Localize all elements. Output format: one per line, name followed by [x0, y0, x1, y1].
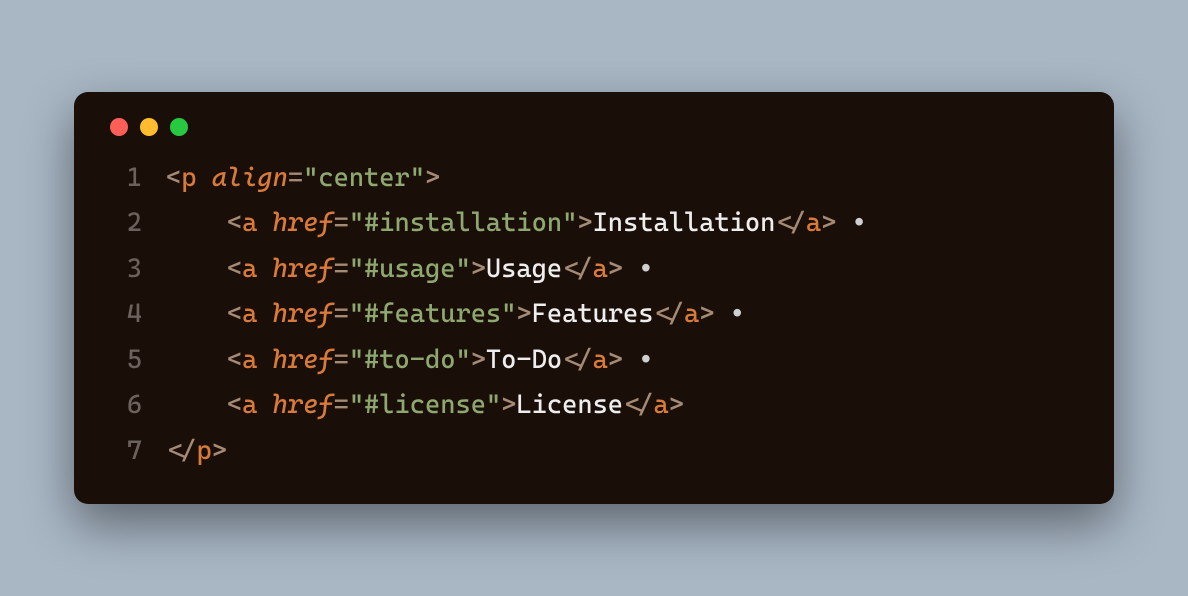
code-token: a: [242, 299, 257, 329]
code-token: p: [181, 163, 196, 193]
code-token: [257, 254, 272, 284]
code-content: <p align="center">: [166, 156, 440, 202]
code-token: </: [562, 345, 592, 375]
code-token: "#installation": [349, 208, 578, 238]
code-token: a: [242, 345, 257, 375]
code-token: <: [227, 390, 242, 420]
zoom-icon[interactable]: [170, 118, 188, 136]
code-token: a: [242, 390, 257, 420]
code-token: Features: [532, 299, 654, 329]
code-token: a: [242, 254, 257, 284]
code-window: 1<p align="center">2 <a href="#installat…: [74, 92, 1114, 505]
code-token: >: [821, 208, 836, 238]
code-token: •: [623, 345, 653, 375]
line-number: 2: [104, 201, 142, 247]
line-number: 3: [104, 247, 142, 293]
close-icon[interactable]: [110, 118, 128, 136]
code-line: 7 </p>: [104, 429, 1084, 475]
code-token: >: [212, 436, 227, 466]
code-line: 4 <a href="#features">Features</a> •: [104, 292, 1084, 338]
code-line: 5 <a href="#to-do">To-Do</a> •: [104, 338, 1084, 384]
code-token: >: [699, 299, 714, 329]
code-token: href: [273, 299, 334, 329]
code-token: Installation: [593, 208, 776, 238]
code-token: </: [775, 208, 805, 238]
code-token: a: [593, 254, 608, 284]
code-token: "#features": [349, 299, 517, 329]
code-line: 6 <a href="#license">License</a>: [104, 383, 1084, 429]
code-token: a: [242, 208, 257, 238]
code-content: </p>: [166, 429, 227, 475]
code-line: 1 <p align="center">: [104, 156, 1084, 202]
code-token: >: [471, 254, 486, 284]
code-token: >: [577, 208, 592, 238]
code-token: <: [227, 299, 242, 329]
code-token: >: [608, 254, 623, 284]
code-content: <a href="#license">License</a>: [166, 383, 684, 429]
code-token: href: [273, 345, 334, 375]
code-token: "center": [303, 163, 425, 193]
code-content: <a href="#usage">Usage</a> •: [166, 247, 654, 293]
code-line: 2 <a href="#installation">Installation</…: [104, 201, 1084, 247]
code-token: =: [288, 163, 303, 193]
code-token: =: [334, 390, 349, 420]
code-token: href: [273, 390, 334, 420]
window-controls: [110, 118, 1084, 136]
code-token: [257, 345, 272, 375]
code-token: >: [669, 390, 684, 420]
code-token: p: [196, 436, 211, 466]
code-token: =: [334, 208, 349, 238]
line-number: 7: [104, 429, 142, 475]
code-token: "#license": [349, 390, 501, 420]
code-token: =: [334, 254, 349, 284]
code-token: [257, 208, 272, 238]
code-token: •: [714, 299, 744, 329]
code-token: align: [212, 163, 288, 193]
code-token: To-Do: [486, 345, 562, 375]
code-token: >: [471, 345, 486, 375]
code-token: </: [166, 436, 196, 466]
code-token: </: [562, 254, 592, 284]
code-token: <: [166, 163, 181, 193]
code-token: href: [273, 208, 334, 238]
code-token: =: [334, 299, 349, 329]
code-content: <a href="#features">Features</a> •: [166, 292, 745, 338]
line-number: 4: [104, 292, 142, 338]
code-token: "#to-do": [349, 345, 471, 375]
code-token: [257, 299, 272, 329]
code-token: [257, 390, 272, 420]
code-token: License: [516, 390, 623, 420]
code-token: •: [836, 208, 866, 238]
code-token: >: [425, 163, 440, 193]
line-number: 5: [104, 338, 142, 384]
code-token: >: [516, 299, 531, 329]
code-token: Usage: [486, 254, 562, 284]
line-number: 6: [104, 383, 142, 429]
code-token: <: [227, 208, 242, 238]
code-token: <: [227, 345, 242, 375]
code-line: 3 <a href="#usage">Usage</a> •: [104, 247, 1084, 293]
code-content: <a href="#to-do">To-Do</a> •: [166, 338, 654, 384]
code-token: [196, 163, 211, 193]
code-token: a: [684, 299, 699, 329]
line-number: 1: [104, 156, 142, 202]
code-token: >: [608, 345, 623, 375]
code-token: </: [654, 299, 684, 329]
code-token: a: [593, 345, 608, 375]
code-token: >: [501, 390, 516, 420]
code-token: a: [654, 390, 669, 420]
code-token: href: [273, 254, 334, 284]
code-content: <a href="#installation">Installation</a>…: [166, 201, 867, 247]
code-token: <: [227, 254, 242, 284]
code-token: =: [334, 345, 349, 375]
code-token: "#usage": [349, 254, 471, 284]
code-token: </: [623, 390, 653, 420]
code-token: •: [623, 254, 653, 284]
code-token: a: [806, 208, 821, 238]
code-block: 1<p align="center">2 <a href="#installat…: [104, 156, 1084, 475]
minimize-icon[interactable]: [140, 118, 158, 136]
